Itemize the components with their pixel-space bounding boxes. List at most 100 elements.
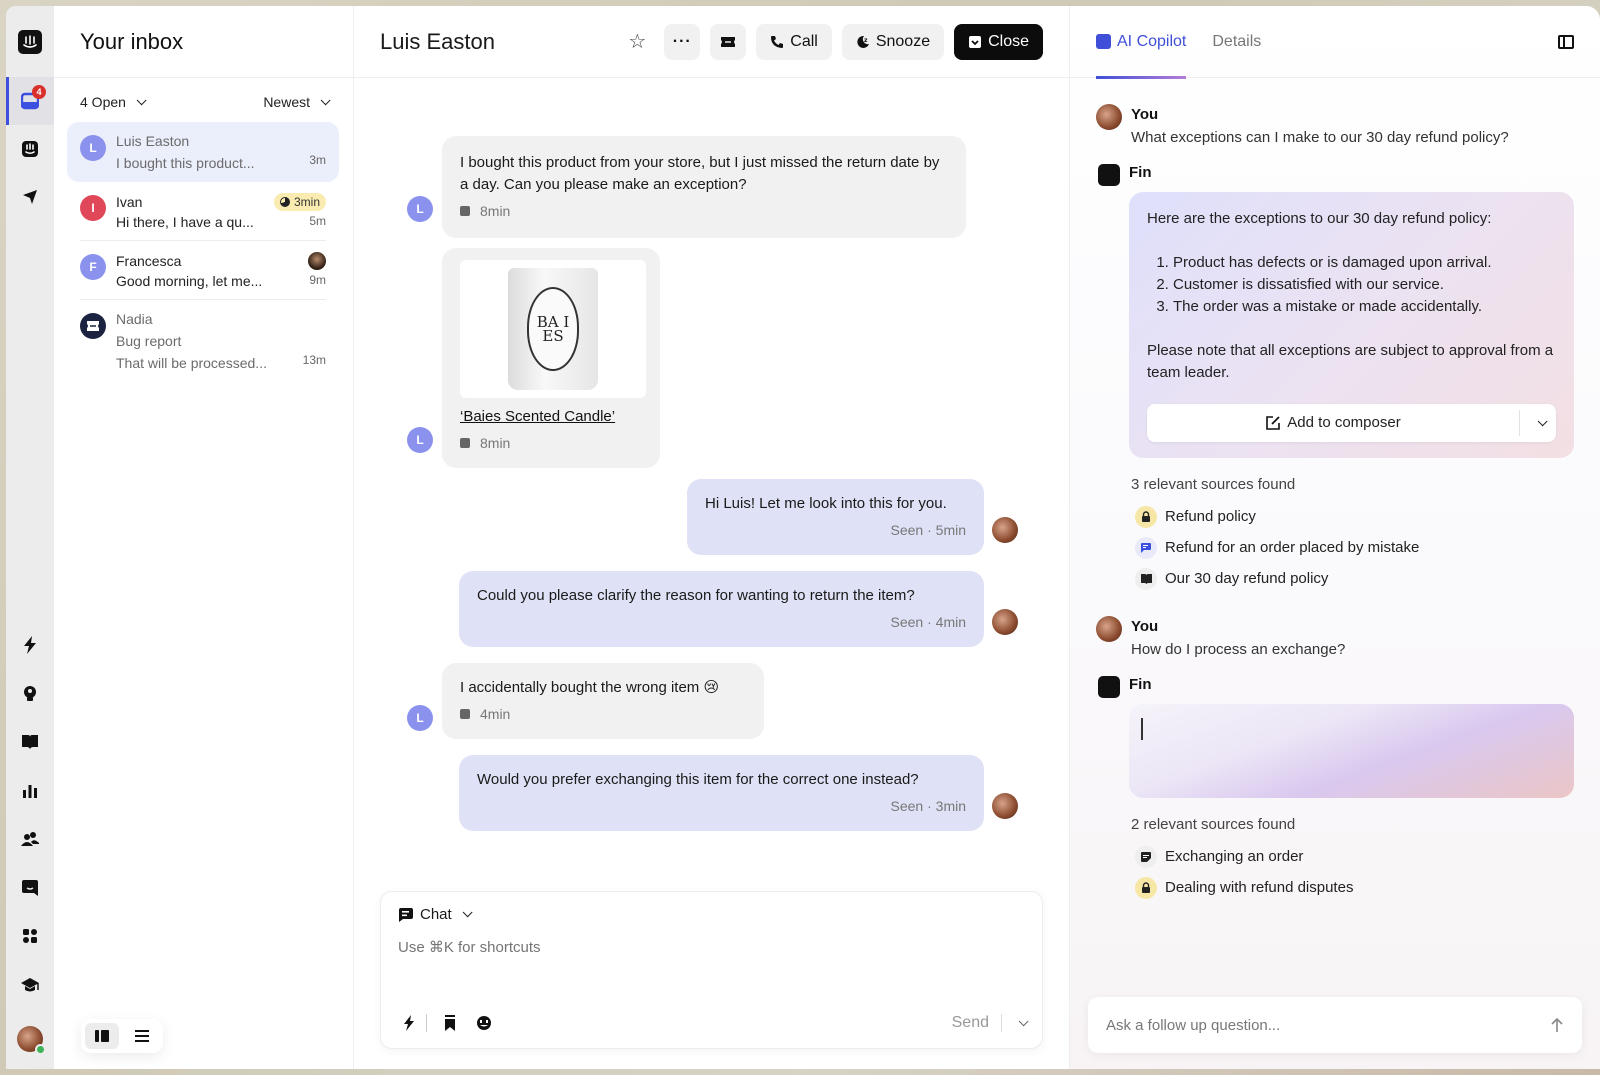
question-text: How do I process an exchange?: [1131, 641, 1346, 658]
list-item: Customer is dissatisfied with our servic…: [1173, 274, 1556, 296]
rail-item-fin[interactable]: [6, 125, 54, 173]
candle-label: BA I ES: [527, 287, 579, 371]
rail-item-apps[interactable]: [6, 912, 54, 961]
composer-toolbar: Send: [398, 1012, 1029, 1034]
tab-ai-copilot[interactable]: AI Copilot: [1096, 6, 1187, 79]
close-button[interactable]: Close: [954, 23, 1043, 60]
customer-avatar: L: [407, 427, 433, 453]
saved-replies-button[interactable]: [439, 1012, 461, 1034]
source-label: Refund for an order placed by mistake: [1165, 539, 1420, 556]
conversation-item[interactable]: F Francesca Good morning, let me... 9m: [67, 241, 339, 300]
author-name: Fin: [1129, 676, 1152, 693]
rail-item-profile[interactable]: [6, 1009, 54, 1069]
chart-icon: [22, 783, 38, 799]
close-label: Close: [988, 32, 1029, 50]
emoji-icon: [477, 1016, 491, 1030]
channel-dropdown[interactable]: Chat: [398, 906, 1025, 923]
rail-item-automation[interactable]: [6, 621, 54, 670]
rail-item-ideas[interactable]: [6, 670, 54, 719]
message-preview: I bought this product...: [116, 155, 255, 171]
academy-icon: [20, 977, 40, 993]
ticket-avatar: [80, 313, 106, 339]
rail-item-knowledge[interactable]: [6, 718, 54, 767]
contact-name: Nadia: [116, 311, 153, 327]
send-button[interactable]: Send: [952, 1014, 1002, 1032]
sources-section: 2 relevant sources found Exchanging an o…: [1131, 816, 1574, 903]
copilot-header: AI Copilot Details: [1070, 6, 1600, 79]
macros-button[interactable]: [398, 1012, 420, 1034]
rail-item-academy[interactable]: [6, 961, 54, 1010]
tab-details[interactable]: Details: [1212, 6, 1261, 78]
star-icon[interactable]: ☆: [628, 29, 646, 54]
sort-label: Newest: [263, 94, 310, 110]
contact-name: Francesca: [116, 253, 182, 269]
intercom-logo-icon[interactable]: [18, 30, 42, 54]
rail-item-messenger[interactable]: [6, 864, 54, 913]
reply-composer: Chat Send: [380, 891, 1043, 1049]
lightbulb-icon: [23, 685, 37, 703]
chat-icon: [1135, 536, 1157, 559]
status-filter-label: 4 Open: [80, 94, 126, 110]
message-text: Could you please clarify the reason for …: [477, 587, 915, 604]
snooze-button[interactable]: z Snooze: [841, 23, 945, 60]
conversation-item[interactable]: I Ivan 3min Hi there, I have a qu... 5m: [67, 182, 339, 241]
conversation-item[interactable]: L Luis Easton I bought this product... 3m: [67, 122, 339, 182]
split-view-icon: [95, 1030, 109, 1042]
message-status: Seen · 5min: [890, 522, 966, 538]
candle-image: BA I ES: [508, 268, 598, 390]
toggle-sidebar-icon[interactable]: [1558, 34, 1574, 49]
inbox-panel: Your inbox 4 Open Newest L Luis Easton I…: [54, 6, 354, 1069]
sla-badge: 3min: [273, 193, 326, 211]
agent-avatar: [992, 793, 1018, 819]
product-message: BA I ES ‘Baies Scented Candle’ 8min: [442, 248, 660, 468]
message-time: 4min: [480, 706, 511, 722]
answer-note: Please note that all exceptions are subj…: [1147, 342, 1554, 381]
copilot-panel: AI Copilot Details You What exceptions c…: [1070, 6, 1600, 1069]
source-item[interactable]: Exchanging an order: [1131, 841, 1574, 872]
rail-item-contacts[interactable]: [6, 815, 54, 864]
convert-to-ticket-button[interactable]: [710, 23, 747, 60]
customer-avatar: L: [407, 705, 433, 731]
product-image[interactable]: BA I ES: [460, 260, 646, 398]
inbox-title: Your inbox: [80, 28, 184, 54]
call-button[interactable]: Call: [756, 23, 832, 60]
bolt-icon: [404, 1015, 414, 1031]
customer-message: I accidentally bought the wrong item 😢 4…: [442, 663, 764, 739]
list-view-button[interactable]: [125, 1023, 159, 1049]
reply-input[interactable]: [398, 939, 1025, 956]
product-link[interactable]: ‘Baies Scented Candle’: [460, 406, 642, 428]
status-filter-dropdown[interactable]: 4 Open: [80, 94, 147, 110]
copilot-thread: You What exceptions can I make to our 30…: [1070, 78, 1600, 903]
rail-item-inbox[interactable]: 4: [6, 77, 54, 125]
follow-up-input[interactable]: [1106, 1016, 1550, 1034]
source-item[interactable]: Refund policy: [1131, 501, 1574, 532]
conversation-item[interactable]: Nadia Bug report That will be processed.…: [67, 300, 339, 382]
split-view-button[interactable]: [85, 1023, 119, 1049]
contact-avatar: L: [80, 135, 106, 161]
submit-arrow-icon[interactable]: [1550, 1017, 1564, 1033]
source-label: Dealing with refund disputes: [1165, 879, 1354, 896]
source-item[interactable]: Our 30 day refund policy: [1131, 563, 1574, 594]
bookmark-icon: [445, 1015, 455, 1031]
conversation-header: Luis Easton ☆ ··· Call z Snooze Close: [354, 6, 1069, 78]
emoji-button[interactable]: [473, 1012, 495, 1034]
add-to-composer-main[interactable]: Add to composer: [1147, 412, 1519, 434]
add-options-button[interactable]: [1520, 415, 1556, 427]
conversation-panel: Luis Easton ☆ ··· Call z Snooze Close I: [354, 6, 1070, 1069]
nav-rail: 4: [6, 6, 54, 1069]
source-item[interactable]: Dealing with refund disputes: [1131, 872, 1574, 903]
book-icon: [1135, 567, 1157, 590]
author-name: You: [1131, 106, 1159, 123]
sort-dropdown[interactable]: Newest: [263, 94, 331, 110]
send-options-button[interactable]: [1014, 1014, 1029, 1032]
question-text: What exceptions can I make to our 30 day…: [1131, 129, 1509, 146]
rail-item-reports[interactable]: [6, 767, 54, 816]
agent-message: Hi Luis! Let me look into this for you. …: [687, 479, 984, 555]
more-options-button[interactable]: ···: [664, 23, 701, 60]
fin-answer-loading: [1129, 704, 1574, 798]
rail-item-outbound[interactable]: [6, 173, 54, 221]
message-text: I accidentally bought the wrong item 😢: [460, 679, 720, 696]
copilot-fin-message: Fin Here are the exceptions to our 30 da…: [1096, 162, 1574, 458]
source-item[interactable]: Refund for an order placed by mistake: [1131, 532, 1574, 563]
message-time: 8min: [480, 203, 511, 219]
